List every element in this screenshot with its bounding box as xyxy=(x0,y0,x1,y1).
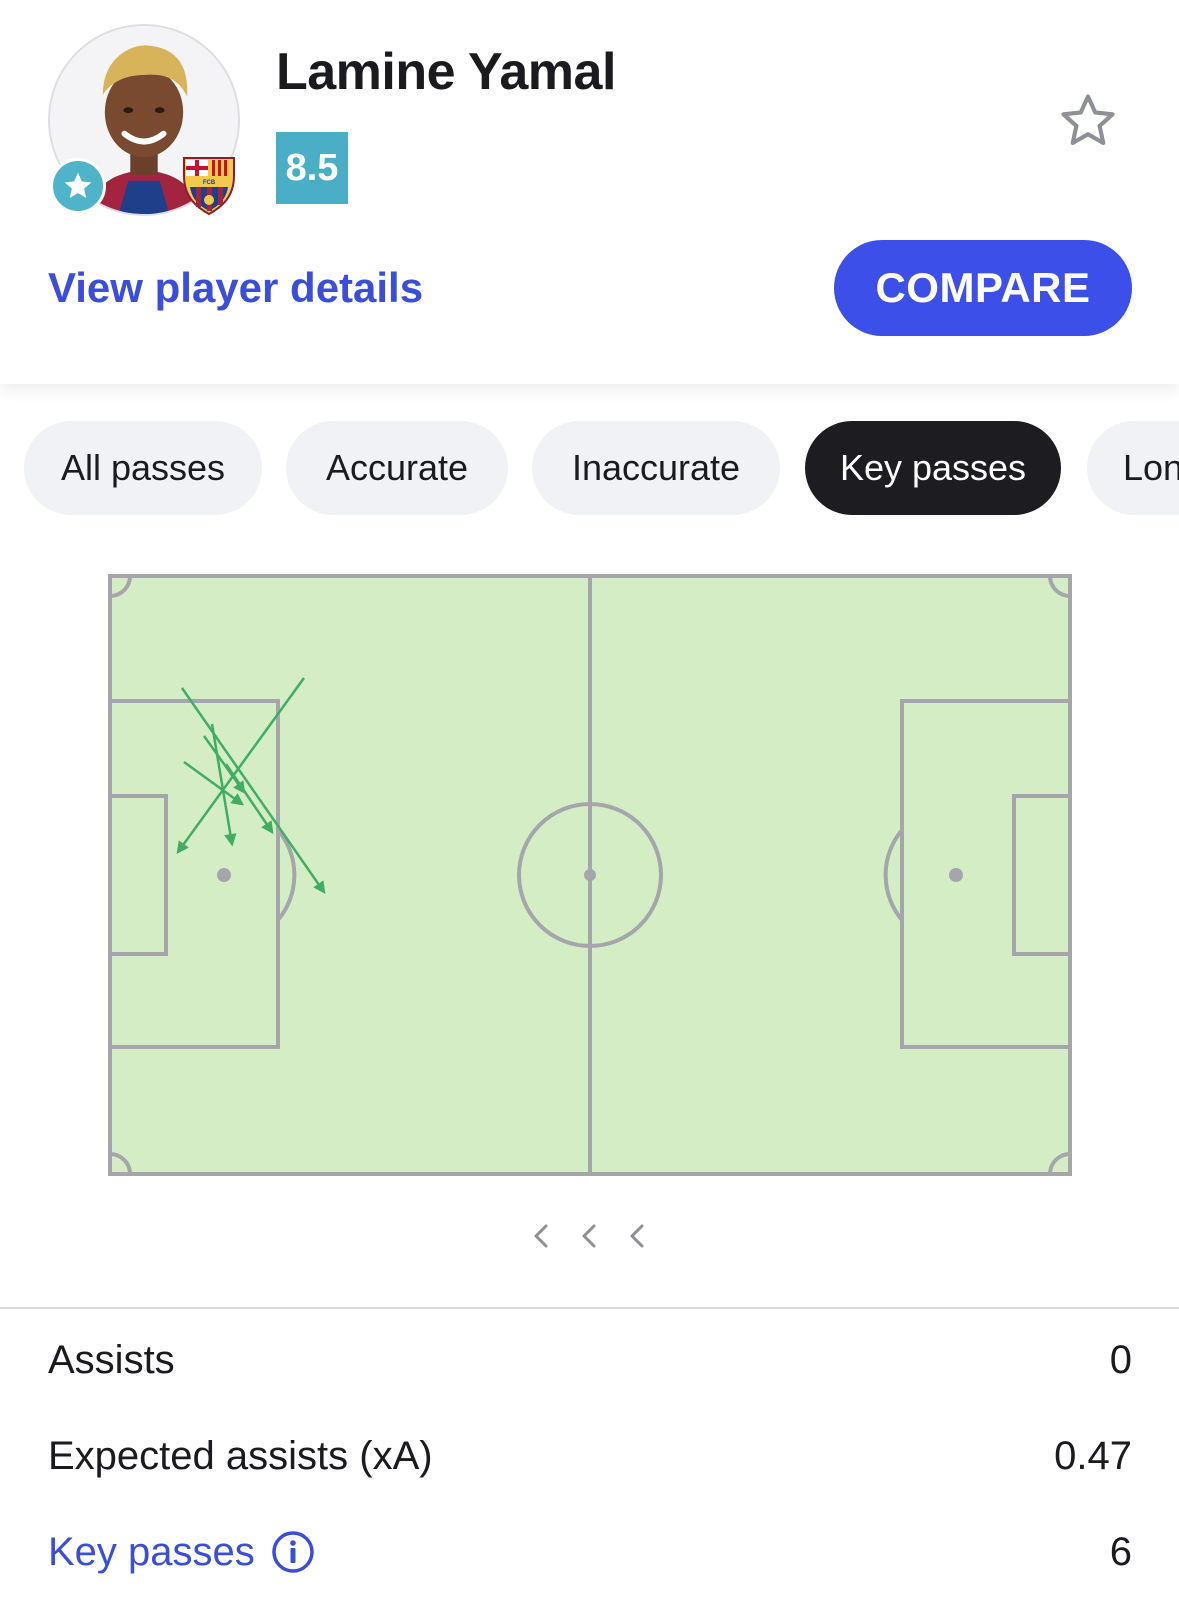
stat-row-key-passes: Key passes 6 xyxy=(48,1522,1132,1582)
stat-value: 0 xyxy=(1109,1337,1132,1382)
chevron-left-icon[interactable] xyxy=(620,1218,656,1254)
stat-label: Expected assists (xA) xyxy=(48,1433,433,1478)
stat-row-assists: Assists 0 xyxy=(48,1330,1132,1390)
star-outline-icon xyxy=(1061,94,1115,146)
favorite-badge xyxy=(50,158,106,214)
right-penalty-spot xyxy=(949,868,963,882)
stat-value: 0.47 xyxy=(1054,1433,1132,1478)
tab-all-passes[interactable]: All passes xyxy=(24,421,262,515)
stat-row-expected-assists: Expected assists (xA) 0.47 xyxy=(48,1426,1132,1486)
stat-label: Assists xyxy=(48,1337,175,1382)
center-spot xyxy=(584,869,596,881)
player-name: Lamine Yamal xyxy=(276,43,616,101)
chevron-left-icon[interactable] xyxy=(524,1218,560,1254)
pass-map xyxy=(108,574,1072,1176)
tab-long-balls[interactable]: Lon xyxy=(1087,421,1179,515)
stat-value: 6 xyxy=(1109,1529,1132,1574)
club-badge: FCB xyxy=(180,154,238,216)
tab-inaccurate[interactable]: Inaccurate xyxy=(532,421,780,515)
left-penalty-spot xyxy=(217,868,231,882)
rating-badge: 8.5 xyxy=(276,132,348,204)
player-header: FCB Lamine Yamal 8.5 View player details… xyxy=(0,0,1179,384)
compare-button[interactable]: COMPARE xyxy=(834,240,1132,336)
info-circle-icon[interactable] xyxy=(271,1530,315,1574)
follow-button[interactable] xyxy=(1057,90,1119,152)
view-player-details-link[interactable]: View player details xyxy=(48,264,423,312)
stat-label: Key passes xyxy=(48,1529,255,1574)
key-passes-link[interactable]: Key passes xyxy=(48,1530,315,1575)
club-badge-text: FCB xyxy=(203,180,216,186)
star-icon xyxy=(64,172,92,198)
tab-accurate[interactable]: Accurate xyxy=(286,421,508,515)
chevron-left-icon[interactable] xyxy=(572,1218,608,1254)
pass-filter-tabs: All passes Accurate Inaccurate Key passe… xyxy=(24,421,1179,515)
tab-key-passes[interactable]: Key passes xyxy=(805,421,1061,515)
section-divider xyxy=(0,1307,1179,1309)
pitch-map xyxy=(108,574,1072,1176)
fcb-crest-icon: FCB xyxy=(183,157,235,216)
pager xyxy=(524,1218,656,1254)
